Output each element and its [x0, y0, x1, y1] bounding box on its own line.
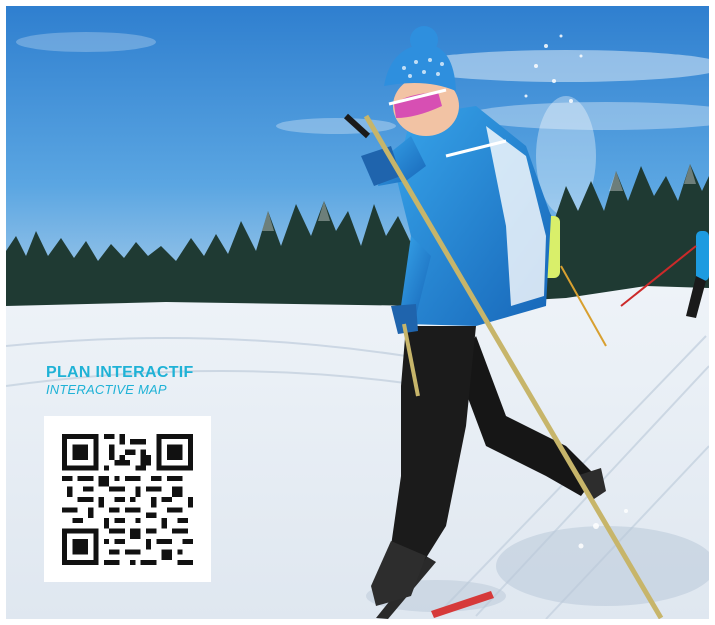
qr-code[interactable]	[44, 416, 211, 582]
hero-photo: PLAN INTERACTIF INTERACTIVE MAP	[6, 6, 709, 619]
caption-subtitle: INTERACTIVE MAP	[46, 382, 167, 397]
interactive-map-caption: PLAN INTERACTIF INTERACTIVE MAP	[46, 364, 194, 398]
qr-code-icon	[62, 434, 193, 565]
caption-title: PLAN INTERACTIF	[46, 364, 194, 381]
